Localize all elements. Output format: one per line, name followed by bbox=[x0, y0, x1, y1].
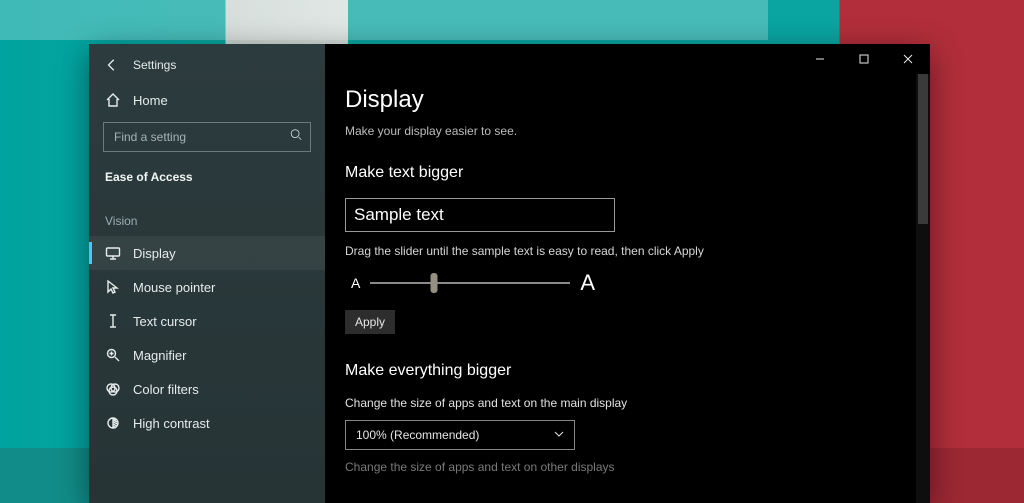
sidebar-item-magnifier[interactable]: Magnifier bbox=[89, 338, 325, 372]
page-title: Display bbox=[345, 86, 910, 114]
chevron-down-icon bbox=[554, 428, 564, 442]
magnifier-icon bbox=[105, 347, 121, 363]
sidebar-item-color-filters[interactable]: Color filters bbox=[89, 372, 325, 406]
sidebar-item-label: Display bbox=[133, 246, 176, 261]
content-scroll-region: Display Make your display easier to see.… bbox=[325, 44, 930, 503]
text-size-slider[interactable] bbox=[370, 282, 570, 284]
sample-text-preview: Sample text bbox=[345, 198, 615, 232]
make-everything-bigger-heading: Make everything bigger bbox=[345, 362, 910, 380]
scale-dropdown-value: 100% (Recommended) bbox=[356, 428, 479, 442]
home-icon bbox=[105, 92, 121, 108]
scale-label: Change the size of apps and text on the … bbox=[345, 396, 910, 410]
sidebar-item-text-cursor[interactable]: Text cursor bbox=[89, 304, 325, 338]
scale-dropdown[interactable]: 100% (Recommended) bbox=[345, 420, 575, 450]
slider-min-label: A bbox=[351, 275, 360, 291]
sidebar: Settings Home Ease of Access Vision Disp… bbox=[89, 44, 325, 503]
sidebar-item-mouse-pointer[interactable]: Mouse pointer bbox=[89, 270, 325, 304]
sidebar-item-label: Magnifier bbox=[133, 348, 186, 363]
page-subtitle: Make your display easier to see. bbox=[345, 124, 910, 138]
text-size-slider-row: A A bbox=[345, 270, 910, 296]
sidebar-item-label: Color filters bbox=[133, 382, 199, 397]
apply-button[interactable]: Apply bbox=[345, 310, 395, 334]
titlebar: Settings bbox=[89, 56, 325, 88]
content-pane: Display Make your display easier to see.… bbox=[325, 44, 930, 503]
high-contrast-icon bbox=[105, 415, 121, 431]
settings-window: Settings Home Ease of Access Vision Disp… bbox=[89, 44, 930, 503]
breadcrumb: Ease of Access bbox=[89, 170, 325, 200]
home-link[interactable]: Home bbox=[89, 88, 325, 122]
other-displays-link[interactable]: Change the size of apps and text on othe… bbox=[345, 460, 910, 474]
text-cursor-icon bbox=[105, 313, 121, 329]
display-icon bbox=[105, 245, 121, 261]
search-wrap bbox=[103, 122, 311, 152]
sample-text: Sample text bbox=[354, 205, 444, 225]
slider-hint: Drag the slider until the sample text is… bbox=[345, 244, 910, 258]
search-icon bbox=[289, 128, 303, 147]
home-label: Home bbox=[133, 93, 168, 108]
nav-group-title: Vision bbox=[89, 200, 325, 236]
sidebar-item-label: Mouse pointer bbox=[133, 280, 215, 295]
sidebar-item-high-contrast[interactable]: High contrast bbox=[89, 406, 325, 440]
scrollbar-thumb[interactable] bbox=[918, 74, 928, 224]
slider-thumb[interactable] bbox=[431, 273, 438, 293]
search-input[interactable] bbox=[103, 122, 311, 152]
slider-max-label: A bbox=[580, 270, 595, 296]
mouse-pointer-icon bbox=[105, 279, 121, 295]
sidebar-item-label: Text cursor bbox=[133, 314, 197, 329]
app-title: Settings bbox=[133, 58, 176, 72]
back-icon[interactable] bbox=[105, 58, 119, 72]
make-text-bigger-heading: Make text bigger bbox=[345, 164, 910, 182]
sidebar-item-label: High contrast bbox=[133, 416, 210, 431]
color-filters-icon bbox=[105, 381, 121, 397]
sidebar-item-display[interactable]: Display bbox=[89, 236, 325, 270]
vertical-scrollbar[interactable] bbox=[916, 74, 930, 503]
